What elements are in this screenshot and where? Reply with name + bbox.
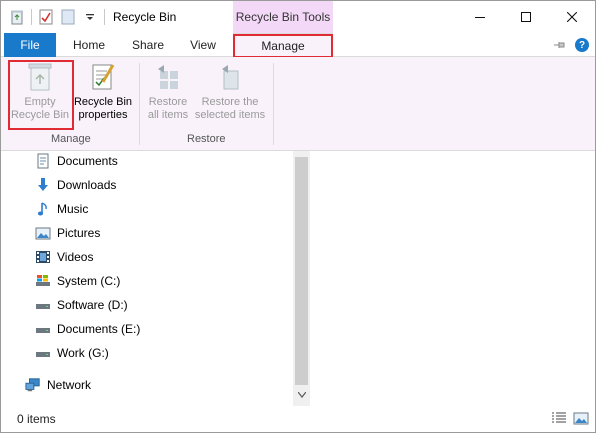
file-list-pane[interactable] [310,151,595,406]
recycle-bin-icon [24,61,56,93]
help-icon[interactable]: ? [575,38,589,52]
videos-icon [35,249,51,265]
minimize-icon [475,17,485,18]
empty-recycle-bin-button[interactable]: Empty Recycle Bin [9,61,71,122]
drive-icon [35,345,51,361]
nav-item-software-d[interactable]: Software (D:) [35,295,128,315]
maximize-icon [521,12,531,22]
tab-manage[interactable]: Manage [233,33,333,58]
close-icon [567,12,577,22]
window-title: Recycle Bin [113,10,177,24]
recycle-bin-small-icon[interactable] [9,9,25,25]
ribbon-tab-row: File Home Share View Manage ? [1,33,595,58]
scroll-down-arrow-icon[interactable] [293,389,310,401]
new-folder-icon[interactable] [60,9,76,25]
windows-drive-icon [35,273,51,289]
large-icons-view-icon[interactable] [573,411,589,425]
recycle-bin-tools-header: Recycle Bin Tools [233,1,333,33]
explorer-window: Recycle Bin Recycle Bin Tools File Home … [0,0,596,433]
nav-item-label: Work (G:) [57,346,109,360]
documents-icon [35,153,51,169]
item-count: 0 items [17,412,56,426]
recycle-bin-properties-line2: properties [78,109,128,121]
restore-selected-line2: selected items [194,109,266,121]
nav-item-label: Downloads [57,178,117,192]
nav-item-label: Software (D:) [57,298,128,312]
restore-selected-items-button[interactable]: Restore the selected items [193,61,267,122]
nav-item-downloads[interactable]: Downloads [35,175,116,195]
nav-item-pictures[interactable]: Pictures [35,223,100,243]
nav-item-label: Documents [57,154,118,168]
quick-access-toolbar [9,9,111,25]
music-icon [35,201,51,217]
tab-view[interactable]: View [181,33,225,57]
nav-item-videos[interactable]: Videos [35,247,93,267]
navigation-pane: Documents Downloads Music Pictures Video… [1,151,310,406]
nav-item-documents[interactable]: Documents [35,151,118,171]
details-view-icon[interactable] [551,411,567,425]
restore-all-items-button[interactable]: Restore all items [143,61,193,122]
nav-item-label: Network [47,378,92,392]
toolbar-separator [31,9,32,25]
tab-home[interactable]: Home [65,33,113,57]
recycle-bin-properties-button[interactable]: Recycle Bin properties [73,61,133,122]
nav-scrollbar[interactable] [293,151,310,406]
restore-all-line2: all items [147,109,189,121]
restore-selected-line1: Restore the [201,96,259,108]
properties-icon [87,61,119,93]
minimize-button[interactable] [457,1,503,33]
restore-selected-icon [214,61,246,93]
group-label-restore: Restore [187,133,226,145]
title-bar: Recycle Bin Recycle Bin Tools [1,1,595,33]
properties-check-icon[interactable] [38,9,54,25]
group-separator [139,63,140,145]
nav-item-label: System (C:) [57,274,121,288]
pictures-icon [35,225,51,241]
pin-ribbon-icon[interactable] [553,39,567,54]
drive-icon [35,321,51,337]
status-bar: 0 items [1,406,595,432]
network-icon [25,377,41,393]
nav-item-documents-e[interactable]: Documents (E:) [35,319,140,339]
nav-item-work-g[interactable]: Work (G:) [35,343,109,363]
nav-item-label: Videos [57,250,94,264]
group-separator [273,63,274,145]
empty-recycle-bin-line2: Recycle Bin [10,109,70,121]
downloads-icon [35,177,51,193]
toolbar-separator [104,9,105,25]
nav-item-label: Pictures [57,226,101,240]
customize-toolbar-chevron-icon[interactable] [82,9,98,25]
group-label-manage: Manage [51,133,91,145]
nav-item-label: Music [57,202,89,216]
nav-item-system-c[interactable]: System (C:) [35,271,120,291]
close-button[interactable] [549,1,595,33]
drive-icon [35,297,51,313]
restore-all-icon [152,61,184,93]
tab-share[interactable]: Share [123,33,173,57]
nav-item-network[interactable]: Network [25,375,91,395]
tab-file[interactable]: File [4,33,56,57]
restore-all-line1: Restore [148,96,188,108]
ribbon-panel: Empty Recycle Bin Recycle Bin properties… [1,57,595,151]
recycle-bin-properties-line1: Recycle Bin [73,96,133,108]
nav-item-label: Documents (E:) [57,322,141,336]
empty-recycle-bin-line1: Empty [24,96,56,108]
nav-item-music[interactable]: Music [35,199,88,219]
scrollbar-thumb[interactable] [295,157,308,385]
maximize-button[interactable] [503,1,549,33]
